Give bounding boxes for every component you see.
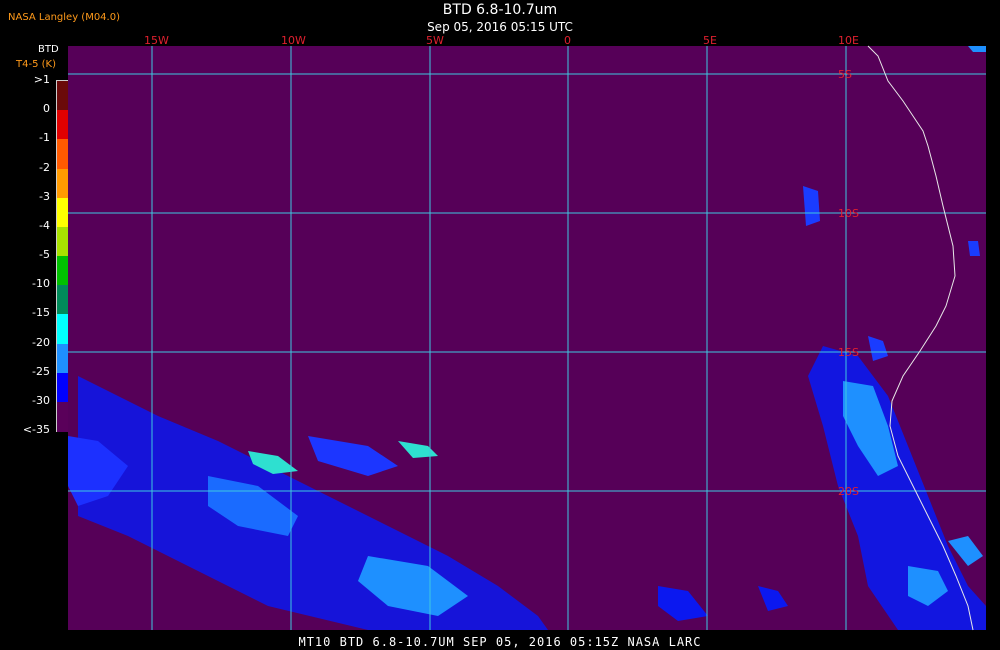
image-timestamp: Sep 05, 2016 05:15 UTC <box>427 20 573 34</box>
footer-caption: MT10 BTD 6.8-10.7UM SEP 05, 2016 05:15Z … <box>298 635 702 649</box>
lat-label-15s: 15S <box>838 346 859 359</box>
color-scale-tick-label: -30 <box>32 393 50 407</box>
color-scale-tick-label: -25 <box>32 364 50 378</box>
satellite-map: 15W 10W 5W 0 5E 10E 5S 10S 15S 20S <box>68 34 986 631</box>
lat-label-20s: 20S <box>838 485 859 498</box>
legend-units: T4-5 (K) <box>16 59 56 70</box>
color-scale-tick-label: -20 <box>32 335 50 349</box>
lon-label-10e: 10E <box>838 34 859 47</box>
lat-label-10s: 10S <box>838 207 859 220</box>
color-scale-tick-label: -2 <box>39 160 50 174</box>
color-scale-tick-label: -10 <box>32 277 50 291</box>
color-scale-tick-label: <-35 <box>22 423 50 436</box>
lon-label-15w: 15W <box>144 34 169 47</box>
lon-label-5e: 5E <box>703 34 717 47</box>
lon-label-0: 0 <box>564 34 571 47</box>
color-scale-tick-label: >1 <box>33 73 50 86</box>
legend-title: BTD <box>38 44 59 55</box>
lon-label-5w: 5W <box>426 34 444 47</box>
color-scale-tick-label: -5 <box>39 248 50 261</box>
color-scale-tick-label: -1 <box>39 131 50 145</box>
color-scale-tick-label: -15 <box>32 306 50 320</box>
color-scale-tick-label: -4 <box>39 218 50 232</box>
image-title: BTD 6.8-10.7um <box>442 2 558 18</box>
longitude-labels: 15W 10W 5W 0 5E 10E <box>144 34 859 47</box>
color-scale-tick-label: 0 <box>43 102 50 116</box>
lat-label-5s: 5S <box>838 68 852 81</box>
lon-label-10w: 10W <box>281 34 306 47</box>
color-scale-tick-label: -3 <box>39 189 50 203</box>
